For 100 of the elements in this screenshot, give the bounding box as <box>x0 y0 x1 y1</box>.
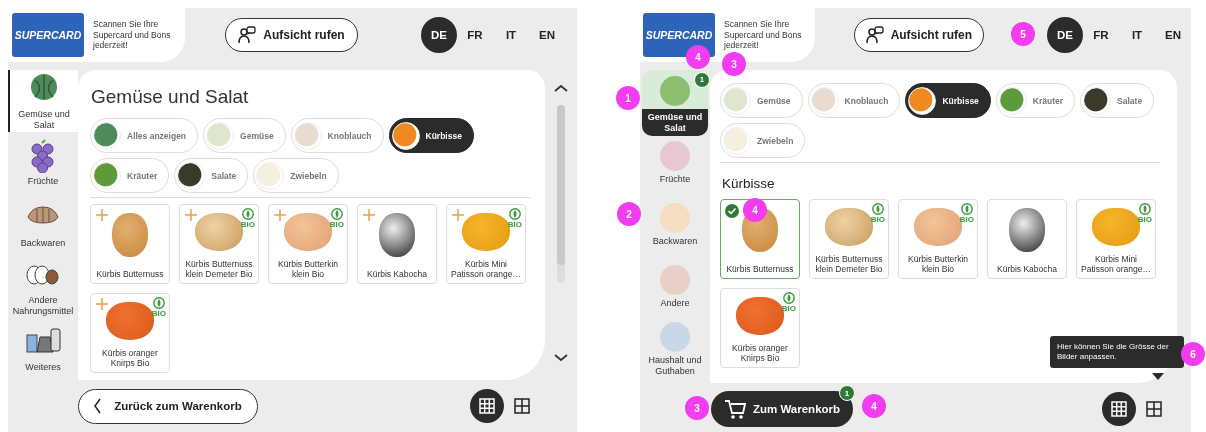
section-heading: Kürbisse <box>722 176 776 191</box>
filter-chip[interactable]: Kräuter <box>995 83 1076 118</box>
step-marker: 1 <box>616 86 640 110</box>
bio-label: BIO <box>329 220 344 229</box>
plus-icon <box>96 209 108 221</box>
filter-photo <box>293 121 322 150</box>
language-button[interactable]: IT <box>493 17 529 53</box>
leaf-icon <box>508 208 521 220</box>
language-button[interactable]: FR <box>1083 17 1119 53</box>
step-marker: 4 <box>686 45 710 69</box>
product-tile[interactable]: BIO Kürbis oranger Knirps Bio <box>90 293 170 373</box>
language-button[interactable]: EN <box>1155 17 1191 53</box>
step-marker: 6 <box>1181 342 1205 366</box>
category-item[interactable]: Haushalt und Guthaben <box>642 318 708 380</box>
leaf-icon <box>152 297 165 309</box>
product-tile[interactable]: BIO Kürbis Butterkin klein Bio <box>898 199 978 279</box>
tooltip: Hier können Sie die Grösse der Bilder anpassen. <box>1050 336 1184 368</box>
filter-chip[interactable]: Gemüse <box>720 83 803 118</box>
bio-label: BIO <box>959 215 974 224</box>
filter-photo <box>723 126 751 155</box>
filter-photo <box>391 121 420 150</box>
filter-photo <box>93 121 121 150</box>
product-name: Kürbis Mini Patisson orange… <box>450 259 522 279</box>
product-name: Kürbis oranger Knirps Bio <box>731 343 789 363</box>
chevron-left-icon <box>94 398 103 414</box>
category-photo <box>660 141 690 172</box>
step-marker: 2 <box>617 202 641 226</box>
leaf-icon <box>960 203 973 215</box>
product-name: Kürbis Butternuss klein Demeter Bio <box>184 259 254 279</box>
category-item[interactable]: Backwaren <box>642 194 708 256</box>
filter-photo <box>908 86 937 115</box>
call-attendant-button[interactable]: Aufsicht rufen <box>225 18 358 52</box>
small-grid-button[interactable] <box>470 389 504 423</box>
language-button[interactable]: EN <box>529 17 565 53</box>
filter-chip[interactable]: Salate <box>1080 83 1155 118</box>
product-tile[interactable]: BIO Kürbis Mini Patisson orange… <box>446 204 526 284</box>
product-name: Kürbis Butterkin klein Bio <box>907 254 969 274</box>
grid-icon <box>479 398 495 414</box>
filter-chip[interactable]: Gemüse <box>203 118 286 153</box>
product-tile[interactable]: BIO Kürbis Butterkin klein Bio <box>268 204 348 284</box>
grid-icon <box>1111 401 1127 417</box>
category-photo <box>660 322 690 352</box>
language-button[interactable]: FR <box>457 17 493 53</box>
category-photo <box>660 203 690 234</box>
plus-icon <box>185 209 197 221</box>
call-attendant-button[interactable]: Aufsicht rufen <box>853 18 984 52</box>
bio-label: BIO <box>870 215 885 224</box>
bio-label: BIO <box>151 309 166 318</box>
filter-chip[interactable]: Alles anzeigen <box>90 118 199 153</box>
product-photo <box>106 302 154 340</box>
product-photo <box>462 213 510 251</box>
product-tile[interactable]: BIO Kürbis Butternuss klein Demeter Bio <box>179 204 259 284</box>
filter-chip[interactable]: Zwiebeln <box>253 158 339 193</box>
filter-chip[interactable]: Zwiebeln <box>720 123 806 158</box>
category-item[interactable]: Weiteres <box>8 318 78 380</box>
category-item[interactable]: Backwaren <box>8 194 78 256</box>
cart-icon <box>723 398 746 420</box>
filter-chip[interactable]: Kräuter <box>90 158 170 193</box>
product-name: Kürbis Butterkin klein Bio <box>277 259 339 279</box>
product-photo <box>736 297 784 335</box>
category-item[interactable]: Andere <box>642 256 708 318</box>
plus-icon <box>452 209 464 221</box>
person-help-icon <box>865 26 884 44</box>
category-item[interactable]: Andere Nahrungsmittel <box>8 256 78 318</box>
product-photo <box>914 208 962 246</box>
product-tile[interactable]: Kürbis Butternuss <box>90 204 170 284</box>
product-photo <box>112 213 148 257</box>
product-photo <box>379 213 415 257</box>
category-title: Gemüse und Salat <box>91 86 250 108</box>
filter-photo <box>206 121 235 150</box>
filter-chip[interactable]: Kürbisse <box>905 83 991 118</box>
product-photo <box>825 208 873 246</box>
product-tile[interactable]: BIO Kürbis Butternuss klein Demeter Bio <box>809 199 889 279</box>
back-to-cart-button[interactable]: Zurück zum Warenkorb <box>78 388 258 424</box>
language-button[interactable]: IT <box>1119 17 1155 53</box>
bio-label: BIO <box>1137 215 1152 224</box>
plus-icon <box>363 209 375 221</box>
category-item[interactable]: Früchte <box>642 132 708 194</box>
language-button[interactable]: DE <box>421 17 457 53</box>
leaf-icon <box>241 208 254 220</box>
product-tile[interactable]: Kürbis Kabocha <box>987 199 1067 279</box>
leaf-icon <box>330 208 343 220</box>
filter-chip[interactable]: Knoblauch <box>290 118 384 153</box>
count-badge: 1 <box>694 72 710 88</box>
filter-chip[interactable]: Knoblauch <box>807 83 901 118</box>
product-photo <box>284 213 332 251</box>
leaf-icon <box>871 203 884 215</box>
language-button[interactable]: DE <box>1047 17 1083 53</box>
product-name: Kürbis Kabocha <box>997 264 1057 274</box>
tooltip-pointer-icon <box>1152 373 1164 380</box>
filter-photo <box>723 86 751 115</box>
product-tile[interactable]: Kürbis Kabocha <box>357 204 437 284</box>
category-item[interactable]: Früchte <box>8 132 78 194</box>
product-tile[interactable]: BIO Kürbis oranger Knirps Bio <box>720 288 800 368</box>
filter-chip[interactable]: Kürbisse <box>388 118 474 153</box>
filter-chip[interactable]: Salate <box>174 158 249 193</box>
small-grid-button[interactable] <box>1102 392 1136 426</box>
category-item[interactable]: Gemüse und Salat <box>8 70 78 132</box>
product-tile[interactable]: BIO Kürbis Mini Patisson orange… <box>1076 199 1156 279</box>
product-name: Kürbis oranger Knirps Bio <box>101 348 159 368</box>
